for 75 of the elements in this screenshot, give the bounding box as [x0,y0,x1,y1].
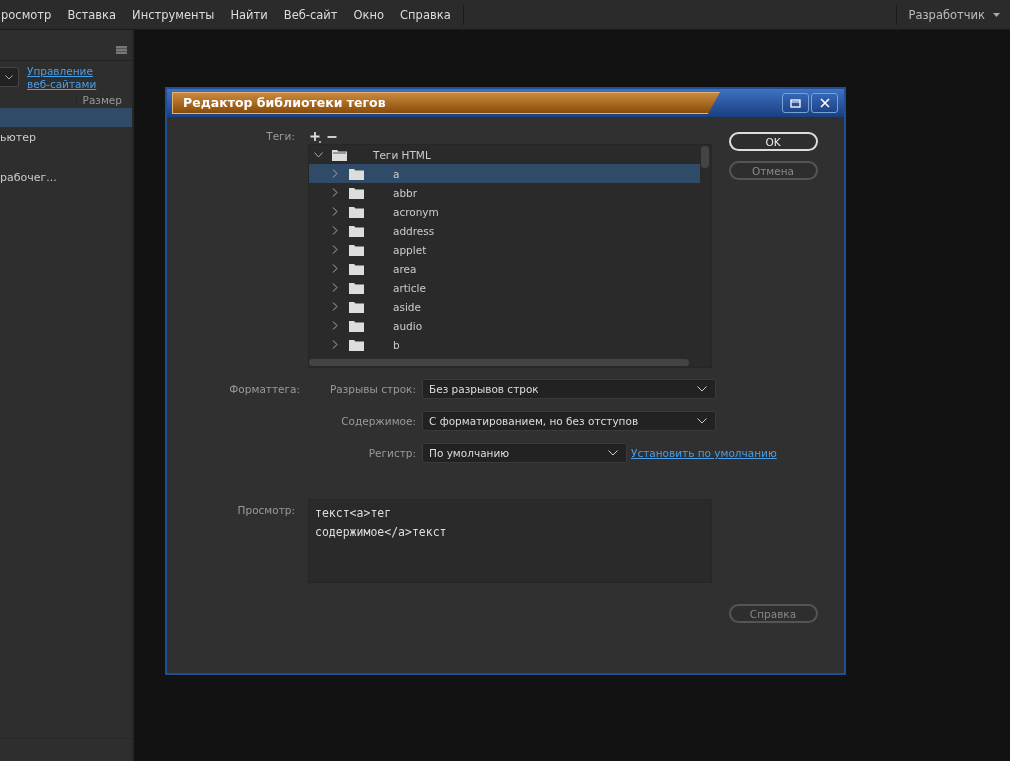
menu-item[interactable]: Инструменты [124,7,223,22]
field-label: Регистр: [367,447,416,459]
file-row[interactable]: рабочег... [0,168,132,187]
tree-item[interactable]: b [309,335,700,354]
code-line: текст<a>тег [315,505,393,522]
field-label: Разрывы строк: [329,383,416,395]
format-label: Форматтега: [228,383,300,395]
menu-item[interactable]: Окно [345,7,393,22]
folder-icon [349,186,364,199]
folder-icon [349,167,364,180]
column-header[interactable]: Размер [75,93,122,106]
add-icon[interactable] [310,131,321,143]
chevron-right-icon[interactable] [332,283,338,292]
folder-icon [349,262,364,275]
reset-default-link[interactable]: Установить по умолчанию [631,447,777,459]
folder-icon [349,224,364,237]
dropdown[interactable]: С форматированием, но без отступов [422,411,716,431]
folder-icon [349,243,364,256]
folder-icon [349,319,364,332]
folder-icon [349,281,364,294]
tree-item[interactable]: applet [309,240,700,259]
restore-button[interactable] [782,93,809,113]
caret-icon [993,12,1000,17]
panel-menu-icon[interactable] [116,46,127,54]
dialog-title: Редактор библиотеки тегов [172,92,720,114]
chevron-right-icon[interactable] [332,188,338,197]
tree-item[interactable]: abbr [309,183,700,202]
scrollbar[interactable] [309,359,689,366]
chevron-right-icon[interactable] [332,321,338,330]
code-line: содержимое</a>текст [315,524,448,541]
preview-label: Просмотр: [236,503,295,518]
menu-item[interactable]: росмотр [0,7,60,22]
chevron-right-icon[interactable] [332,264,338,273]
close-icon [819,98,830,108]
chevron-right-icon[interactable] [332,226,338,235]
tags-label: Теги: [265,130,295,144]
folder-icon [332,148,347,161]
file-row[interactable]: ьютер [0,128,132,147]
tree-item[interactable]: Теги HTML [309,145,711,164]
field-label: Содержимое: [340,415,416,427]
site-dropdown[interactable] [0,67,19,87]
chevron-down-icon [697,386,707,392]
folder-icon [349,300,364,313]
chevron-right-icon[interactable] [332,207,338,216]
chevron-down-icon [697,418,707,424]
chevron-right-icon[interactable] [332,245,338,254]
chevron-down-icon [5,74,13,80]
cancel-button[interactable]: Отмена [728,161,818,180]
menu-item[interactable]: Справка [392,7,459,22]
tree-item[interactable]: article [309,278,700,297]
chevron-right-icon[interactable] [332,302,338,311]
tree-item[interactable]: area [309,259,700,278]
tree-item[interactable]: a [309,164,700,183]
chevron-down-icon [608,450,618,456]
ok-button[interactable]: OK [728,132,818,151]
close-button[interactable] [811,93,838,113]
workspace-switcher[interactable]: Разработчик [900,7,1010,22]
menu-item[interactable]: Веб-сайт [275,7,346,22]
manage-sites-link[interactable]: Управление веб-сайтами [27,65,97,91]
dropdown[interactable]: Без разрывов строк [422,379,716,399]
menu-item[interactable]: Найти [222,7,276,22]
dropdown[interactable]: По умолчанию [422,443,627,463]
tree-item[interactable]: aside [309,297,700,316]
tree-item[interactable]: acronym [309,202,700,221]
help-button[interactable]: Справка [728,604,818,623]
chevron-right-icon[interactable] [332,169,338,178]
scrollbar[interactable] [701,146,709,168]
folder-icon [349,205,364,218]
tree-item[interactable]: audio [309,316,700,335]
menu-item[interactable]: Вставка [59,7,125,22]
chevron-down-icon[interactable] [314,151,323,158]
folder-icon [349,338,364,351]
restore-icon [790,98,801,108]
chevron-right-icon[interactable] [332,340,338,349]
tree-item[interactable]: address [309,221,700,240]
